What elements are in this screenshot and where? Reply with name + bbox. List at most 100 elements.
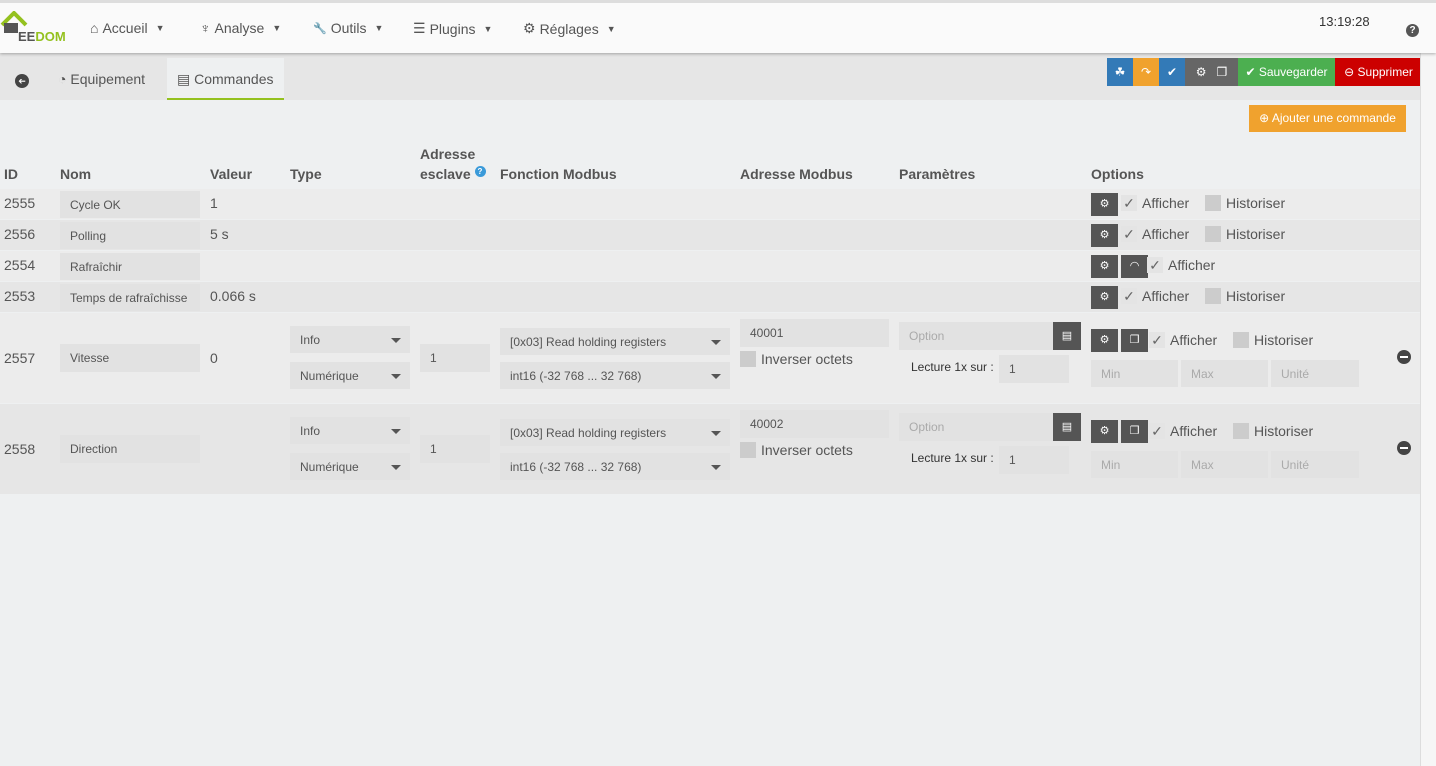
question-circle-icon[interactable]: ? bbox=[474, 166, 486, 177]
subtype-select[interactable]: Numérique bbox=[290, 453, 410, 480]
command-value: 5 s bbox=[210, 226, 229, 242]
caret-down-icon: ▼ bbox=[606, 23, 616, 34]
advanced-config-button[interactable]: ⚙ ❐ bbox=[1185, 58, 1238, 86]
cogs-icon[interactable]: ⚙ bbox=[1091, 420, 1118, 443]
data-format-select[interactable]: int16 (-32 768 ... 32 768) bbox=[500, 453, 730, 480]
max-input[interactable]: Max bbox=[1181, 360, 1268, 387]
max-input[interactable]: Max bbox=[1181, 451, 1268, 478]
caret-down-icon: ▼ bbox=[155, 23, 165, 33]
slave-address-input[interactable]: 1 bbox=[420, 344, 490, 372]
data-format-select[interactable]: int16 (-32 768 ... 32 768) bbox=[500, 362, 730, 389]
checkbox-box bbox=[1233, 423, 1249, 439]
unite-input[interactable]: Unité bbox=[1271, 360, 1359, 387]
col-options: Options bbox=[1091, 166, 1144, 182]
cogs-icon[interactable]: ⚙ bbox=[1091, 329, 1118, 352]
menu-reglages[interactable]: ⚙ Réglages ▼ bbox=[523, 20, 616, 37]
afficher-label: Afficher bbox=[1170, 332, 1218, 348]
afficher-checkbox[interactable]: ✓ Afficher bbox=[1149, 332, 1217, 348]
tab-label: Equipement bbox=[70, 71, 146, 87]
modbus-address-input[interactable]: 40002 bbox=[740, 410, 889, 438]
subtype-select[interactable]: Numérique bbox=[290, 362, 410, 389]
tab-equipement[interactable]: ◔ Equipement bbox=[48, 58, 155, 100]
historiser-checkbox[interactable]: Historiser bbox=[1205, 195, 1285, 211]
help-icon[interactable]: ? bbox=[1406, 24, 1419, 37]
check-button[interactable]: ✔ bbox=[1159, 58, 1185, 86]
caret-down-icon: ▼ bbox=[483, 23, 493, 34]
command-name-input[interactable]: Cycle OK bbox=[60, 191, 200, 218]
menu-accueil[interactable]: ⌂ Accueil ▼ bbox=[90, 20, 165, 36]
cogs-icon[interactable]: ⚙ bbox=[1091, 224, 1118, 247]
historiser-checkbox[interactable]: Historiser bbox=[1233, 332, 1313, 348]
afficher-checkbox[interactable]: ✓ Afficher bbox=[1149, 423, 1217, 439]
command-id: 2556 bbox=[4, 226, 36, 242]
lecture-input[interactable]: 1 bbox=[999, 446, 1069, 474]
table-icon: ▤ bbox=[177, 71, 195, 87]
inverser-octets-checkbox[interactable]: Inverser octets bbox=[740, 442, 853, 458]
afficher-checkbox[interactable]: ✓ Afficher bbox=[1121, 226, 1189, 242]
menu-label: Outils bbox=[330, 20, 367, 36]
list-alt-icon[interactable]: ▤ bbox=[1053, 322, 1081, 350]
home-icon: ⌂ bbox=[90, 20, 99, 36]
inverser-octets-checkbox[interactable]: Inverser octets bbox=[740, 351, 853, 367]
share-button[interactable]: ↷ bbox=[1133, 58, 1159, 86]
check-icon: ✓ bbox=[1149, 423, 1165, 439]
unite-input[interactable]: Unité bbox=[1271, 451, 1359, 478]
jeedom-logo[interactable]: EEDOM bbox=[0, 11, 72, 47]
option-input[interactable]: Option bbox=[899, 322, 1053, 350]
col-label: esclave bbox=[420, 166, 471, 182]
command-name-input[interactable]: Rafraîchir bbox=[60, 253, 200, 280]
delete-button[interactable]: ⊖ Supprimer bbox=[1335, 58, 1422, 86]
historiser-checkbox[interactable]: Historiser bbox=[1205, 226, 1285, 242]
command-name-input[interactable]: Temps de rafraîchisse bbox=[60, 284, 200, 311]
save-button[interactable]: ✔ Sauvegarder bbox=[1238, 58, 1335, 86]
modbus-function-select[interactable]: [0x03] Read holding registers bbox=[500, 419, 730, 446]
check-icon: ✓ bbox=[1121, 288, 1137, 304]
afficher-label: Afficher bbox=[1142, 288, 1190, 304]
historiser-label: Historiser bbox=[1226, 226, 1286, 242]
cogs-icon[interactable]: ⚙ bbox=[1091, 255, 1118, 278]
command-id: 2554 bbox=[4, 257, 36, 273]
modbus-address-input[interactable]: 40001 bbox=[740, 319, 889, 347]
menu-analyse[interactable]: ♆ Analyse ▼ bbox=[200, 20, 281, 36]
check-icon: ✓ bbox=[1149, 332, 1165, 348]
afficher-checkbox[interactable]: ✓ Afficher bbox=[1121, 288, 1189, 304]
slave-address-input[interactable]: 1 bbox=[420, 435, 490, 463]
caret-down-icon: ▼ bbox=[374, 23, 384, 33]
type-select[interactable]: Info bbox=[290, 326, 410, 353]
menu-label: Accueil bbox=[102, 20, 148, 36]
historiser-label: Historiser bbox=[1254, 423, 1314, 439]
caret-down-icon: ▼ bbox=[272, 23, 282, 33]
cogs-icon[interactable]: ⚙ bbox=[1091, 193, 1118, 216]
rss-icon[interactable]: ◠ bbox=[1121, 255, 1148, 278]
min-input[interactable]: Min bbox=[1091, 451, 1178, 478]
historiser-checkbox[interactable]: Historiser bbox=[1233, 423, 1313, 439]
remove-command-icon[interactable] bbox=[1397, 350, 1411, 364]
back-button[interactable]: ➔ bbox=[5, 58, 39, 100]
copy-icon[interactable]: ❐ bbox=[1121, 420, 1148, 443]
min-input[interactable]: Min bbox=[1091, 360, 1178, 387]
afficher-label: Afficher bbox=[1168, 257, 1216, 273]
type-select[interactable]: Info bbox=[290, 417, 410, 444]
tab-label: Commandes bbox=[194, 71, 274, 87]
copy-icon[interactable]: ❐ bbox=[1121, 329, 1148, 352]
option-input[interactable]: Option bbox=[899, 413, 1053, 441]
menu-plugins[interactable]: ☰ Plugins ▼ bbox=[413, 20, 492, 37]
command-name-input[interactable]: Direction bbox=[60, 435, 200, 463]
cogs-icon[interactable]: ⚙ bbox=[1091, 286, 1118, 309]
historiser-checkbox[interactable]: Historiser bbox=[1205, 288, 1285, 304]
configure-button[interactable]: ☘ bbox=[1107, 58, 1133, 86]
cogs-icon: ☘ bbox=[1114, 65, 1126, 79]
checkbox-box bbox=[740, 351, 756, 367]
tab-commandes[interactable]: ▤ Commandes bbox=[167, 58, 284, 100]
remove-command-icon[interactable] bbox=[1397, 441, 1411, 455]
lecture-input[interactable]: 1 bbox=[999, 355, 1069, 383]
add-command-button[interactable]: ⊕ Ajouter une commande bbox=[1249, 105, 1406, 132]
scrollbar[interactable] bbox=[1420, 53, 1436, 766]
menu-outils[interactable]: 🔧 Outils ▼ bbox=[313, 20, 383, 36]
list-alt-icon[interactable]: ▤ bbox=[1053, 413, 1081, 441]
afficher-checkbox[interactable]: ✓ Afficher bbox=[1121, 195, 1189, 211]
modbus-function-select[interactable]: [0x03] Read holding registers bbox=[500, 328, 730, 355]
command-name-input[interactable]: Vitesse bbox=[60, 344, 200, 372]
afficher-checkbox[interactable]: ✓ Afficher bbox=[1147, 257, 1215, 273]
command-name-input[interactable]: Polling bbox=[60, 222, 200, 249]
